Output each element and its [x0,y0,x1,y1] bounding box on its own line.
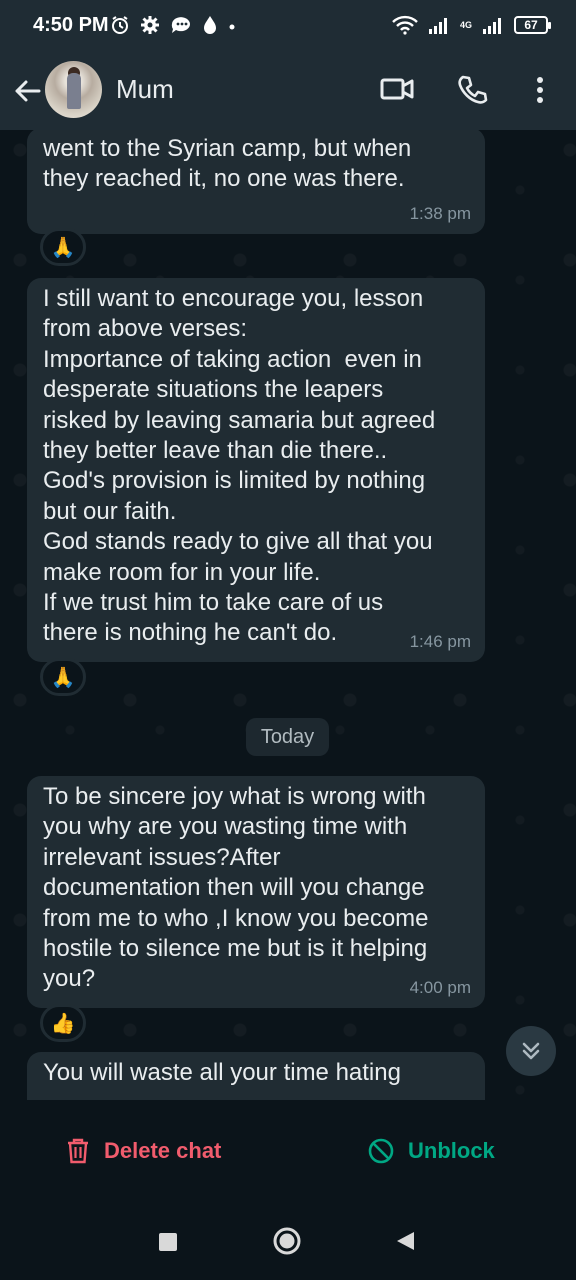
message-text: To be sincere joy what is wrong with you… [43,783,429,993]
scroll-to-bottom-button[interactable] [506,1026,556,1076]
message-text: You will waste all your time hating [43,1059,401,1086]
system-icons: 4G 67 [392,15,551,35]
contact-avatar[interactable] [45,61,102,118]
signal-bars-icon [428,18,447,34]
delete-chat-label: Delete chat [104,1138,222,1163]
message-bubble[interactable]: You will waste all your time hating [27,1052,485,1100]
message-time: 4:00 pm [409,978,471,997]
message-reaction[interactable]: 🙏 [40,228,86,266]
block-circle-icon [368,1138,394,1164]
message-text: I still want to encourage you, lesson fr… [43,285,436,647]
message-bubble[interactable]: I still want to encourage you, lesson fr… [27,278,485,662]
recents-square-icon[interactable] [158,1232,178,1252]
signal-bars-2-icon [483,18,501,34]
chat-messages-area[interactable]: went to the Syrian camp, but when they r… [0,130,576,1100]
battery-level: 67 [524,18,538,32]
network-type-label: 4G [459,19,472,30]
chat-header: Mum [0,56,576,130]
back-arrow-icon[interactable] [12,76,42,106]
more-notifications-dot-icon [229,24,235,30]
message-reaction[interactable]: 👍 [40,1004,86,1042]
contact-name[interactable]: Mum [116,74,174,105]
date-separator: Today [246,718,329,756]
settings-gear-icon [141,16,159,34]
status-bar: 4:50 PM 4G 67 [0,0,576,56]
reaction-emoji: 🙏 [50,666,76,689]
back-triangle-icon[interactable] [394,1230,416,1252]
trash-icon [68,1138,88,1164]
battery-indicator: 67 [514,16,551,34]
message-time: 1:38 pm [409,204,471,223]
message-bubble[interactable]: To be sincere joy what is wrong with you… [27,776,485,1008]
status-time: 4:50 PM [33,14,109,36]
water-drop-icon [204,16,216,34]
more-options-icon[interactable] [532,74,548,106]
chat-bubble-icon [171,17,190,33]
home-circle-icon[interactable] [272,1226,302,1256]
message-bubble[interactable]: went to the Syrian camp, but when they r… [27,130,485,234]
reaction-emoji: 🙏 [50,236,76,259]
notification-icons [110,15,236,35]
double-chevron-down-icon [522,1042,540,1060]
voice-call-icon[interactable] [457,74,489,106]
wifi-icon [392,15,418,35]
unblock-button[interactable]: Unblock [368,1138,495,1164]
blocked-chat-actions: Delete chat Unblock [0,1100,576,1204]
reaction-emoji: 👍 [50,1012,76,1035]
video-call-icon[interactable] [380,74,414,104]
message-text: went to the Syrian camp, but when they r… [43,135,412,193]
unblock-label: Unblock [408,1138,495,1163]
message-time: 1:46 pm [409,632,471,651]
alarm-icon [112,16,128,34]
delete-chat-button[interactable]: Delete chat [66,1138,221,1164]
message-reaction[interactable]: 🙏 [40,658,86,696]
system-nav-bar [0,1204,576,1280]
